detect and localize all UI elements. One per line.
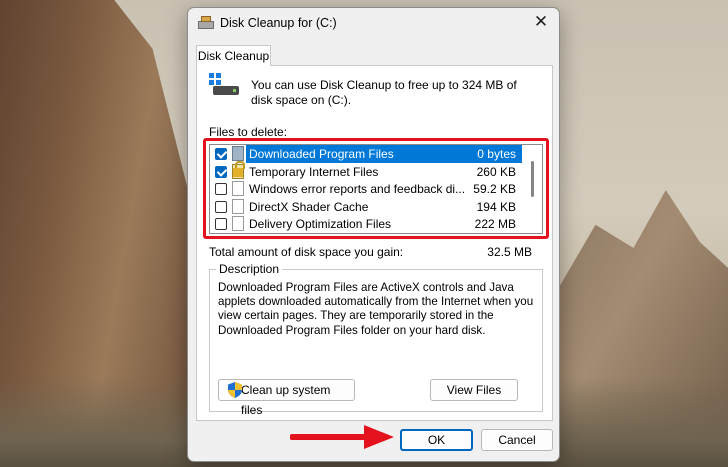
tab-disk-cleanup[interactable]: Disk Cleanup — [196, 45, 271, 66]
file-size: 0 bytes — [477, 147, 516, 161]
description-text: Downloaded Program Files are ActiveX con… — [218, 281, 534, 337]
file-size: 59.2 KB — [473, 182, 516, 196]
info-text: You can use Disk Cleanup to free up to 3… — [251, 78, 517, 107]
clean-up-system-files-button[interactable]: Clean up system files — [218, 379, 355, 417]
file-name: Delivery Optimization Files — [249, 217, 392, 231]
list-item[interactable]: Delivery Optimization Files 222 MB — [210, 215, 542, 233]
title-bar: Disk Cleanup for (C:) ✕ — [188, 8, 559, 38]
disk-cleanup-dialog: Disk Cleanup for (C:) ✕ Disk Cleanup You… — [187, 7, 560, 462]
list-item[interactable]: Windows error reports and feedback di...… — [210, 180, 542, 198]
file-size: 260 KB — [476, 164, 516, 179]
clean-up-system-files-label: Clean up system files — [241, 383, 331, 417]
close-button[interactable]: ✕ — [529, 11, 553, 33]
file-name: Temporary Internet Files — [249, 164, 379, 179]
view-files-button[interactable]: View Files — [430, 379, 518, 401]
total-space-value: 32.5 MB — [487, 245, 532, 259]
files-to-delete-list[interactable]: Downloaded Program Files 0 bytes Tempora… — [209, 144, 543, 234]
total-space-label: Total amount of disk space you gain: — [209, 245, 404, 259]
disk-cleanup-panel: You can use Disk Cleanup to free up to 3… — [196, 65, 553, 421]
file-size: 222 MB — [474, 217, 516, 231]
drive-icon — [209, 73, 241, 97]
file-name: Windows error reports and feedback di... — [249, 182, 466, 196]
list-item[interactable]: Downloaded Program Files 0 bytes — [210, 145, 542, 163]
description-group: Description Downloaded Program Files are… — [209, 262, 543, 417]
shield-icon — [228, 382, 242, 398]
list-item[interactable]: Temporary Internet Files 260 KB — [210, 160, 542, 181]
file-name: Downloaded Program Files — [249, 147, 394, 161]
files-to-delete-label: Files to delete: — [209, 125, 288, 139]
cancel-button[interactable]: Cancel — [481, 429, 553, 451]
red-arrow-annotation — [289, 424, 396, 450]
ok-button[interactable]: OK — [400, 429, 473, 451]
dialog-title: Disk Cleanup for (C:) — [220, 16, 337, 30]
disk-cleanup-icon — [198, 16, 214, 30]
file-size: 194 KB — [476, 199, 516, 214]
file-name: DirectX Shader Cache — [249, 199, 369, 214]
description-legend: Description — [216, 262, 283, 276]
